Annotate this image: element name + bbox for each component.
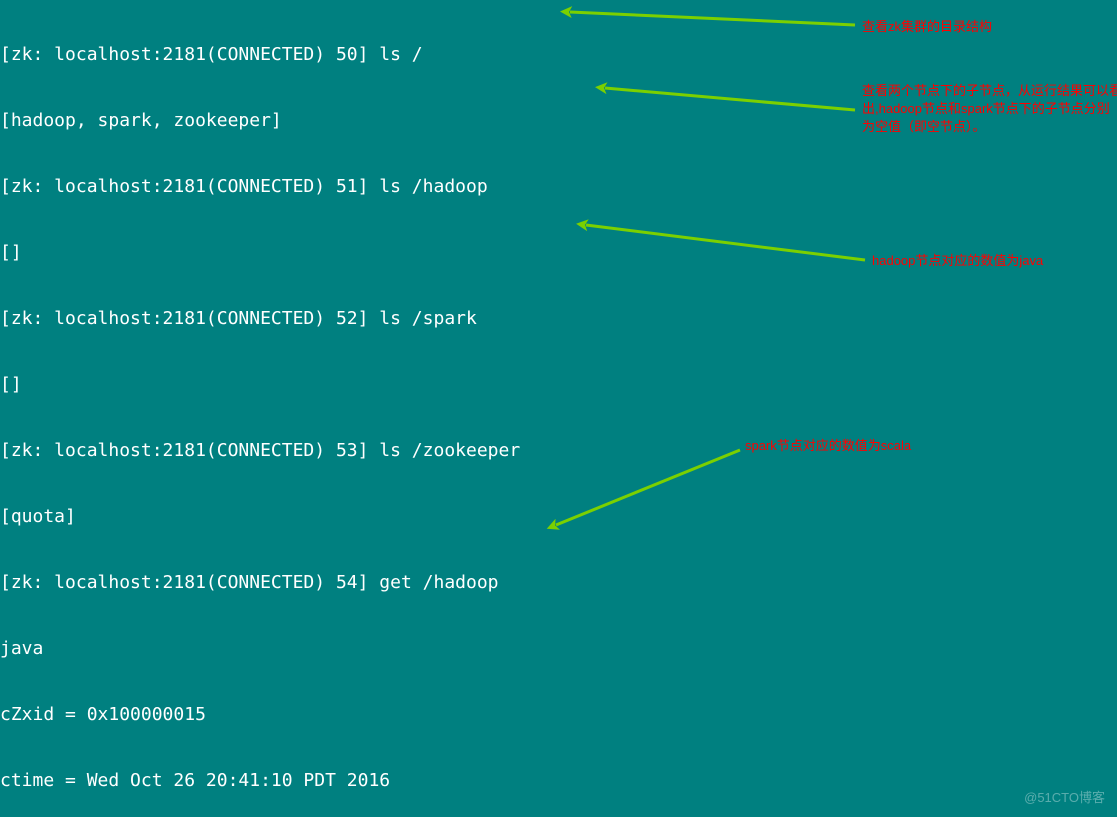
terminal-line: [zk: localhost:2181(CONNECTED) 52] ls /s… (0, 308, 1117, 330)
terminal-line: [quota] (0, 506, 1117, 528)
terminal-line: cZxid = 0x100000015 (0, 704, 1117, 726)
terminal-line: [] (0, 242, 1117, 264)
terminal-line: ctime = Wed Oct 26 20:41:10 PDT 2016 (0, 770, 1117, 792)
terminal-line: [zk: localhost:2181(CONNECTED) 54] get /… (0, 572, 1117, 594)
terminal-line: [] (0, 374, 1117, 396)
terminal-line: java (0, 638, 1117, 660)
terminal-output[interactable]: [zk: localhost:2181(CONNECTED) 50] ls / … (0, 0, 1117, 817)
watermark: @51CTO博客 (1024, 787, 1105, 809)
terminal-line: [zk: localhost:2181(CONNECTED) 50] ls / (0, 44, 1117, 66)
terminal-line: [zk: localhost:2181(CONNECTED) 51] ls /h… (0, 176, 1117, 198)
terminal-line: [hadoop, spark, zookeeper] (0, 110, 1117, 132)
terminal-line: [zk: localhost:2181(CONNECTED) 53] ls /z… (0, 440, 1117, 462)
